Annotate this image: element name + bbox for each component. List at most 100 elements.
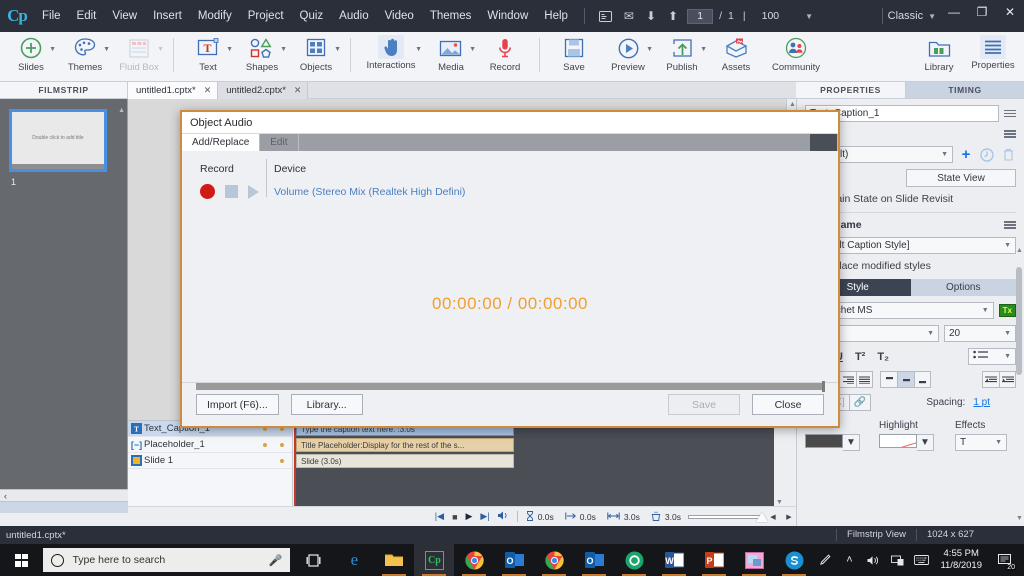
chrome-icon[interactable]	[454, 544, 494, 576]
scroll-up-icon[interactable]: ▲	[1016, 247, 1023, 254]
chevron-down-icon[interactable]: ▼	[415, 46, 422, 53]
timeline-first-button[interactable]: |◀	[431, 511, 448, 522]
task-view-icon[interactable]	[294, 544, 334, 576]
highlight-color-swatch[interactable]	[879, 434, 917, 448]
chevron-down-icon[interactable]: ▼	[646, 46, 653, 53]
outdent-icon[interactable]	[982, 371, 999, 388]
outlook-icon[interactable]: O	[494, 544, 534, 576]
timeline-stop-button[interactable]: ■	[448, 512, 461, 522]
chevron-down-icon[interactable]: ▼	[49, 46, 56, 53]
workspace-selector[interactable]: Classic ▼	[881, 8, 940, 24]
align-right-icon[interactable]	[839, 371, 856, 388]
timeline-zoom-slider[interactable]	[688, 511, 768, 522]
effects-dropdown[interactable]: T ▼	[955, 434, 1007, 451]
panel-header-timing[interactable]: TIMING	[906, 82, 1024, 99]
zoom-dropdown-caret-icon[interactable]: ▼	[783, 0, 819, 32]
style-menu-icon[interactable]	[1004, 221, 1016, 229]
import-button[interactable]: Import (F6)...	[196, 394, 279, 415]
scroll-up-icon[interactable]: ▲	[789, 101, 796, 108]
text-color-swatch[interactable]	[805, 434, 843, 448]
doc-tab-untitled2[interactable]: untitled2.cptx* ✕	[218, 82, 309, 99]
ribbon-interactions[interactable]: ▼ Interactions	[358, 32, 424, 82]
tab-options[interactable]: Options	[910, 279, 1016, 296]
color-dropdown-caret-icon[interactable]: ▼	[843, 434, 860, 451]
spacing-value[interactable]: 1 pt	[973, 397, 990, 408]
timeline-last-button[interactable]: ▶|	[476, 511, 493, 522]
menu-edit[interactable]: Edit	[69, 0, 105, 32]
ribbon-properties[interactable]: Properties	[966, 32, 1020, 82]
start-button[interactable]	[0, 544, 43, 576]
timeline-clip-placeholder[interactable]: Title Placeholder:Display for the rest o…	[296, 438, 514, 452]
filmstrip-slide-thumbnail[interactable]: Double click to add title	[9, 109, 107, 172]
ribbon-publish[interactable]: ▼ Publish	[655, 32, 709, 82]
edge-icon[interactable]: e	[334, 544, 374, 576]
subscript-button[interactable]: T₂	[877, 351, 889, 363]
play-triangle-icon[interactable]	[248, 184, 259, 199]
menu-help[interactable]: Help	[536, 0, 576, 32]
timeline-row-toggles[interactable]	[280, 458, 284, 463]
properties-scrollbar[interactable]: ▲ ▼	[1015, 247, 1023, 522]
chevron-down-icon[interactable]: ▼	[280, 46, 287, 53]
timeline-clip-slide[interactable]: Slide (3.0s)	[296, 454, 514, 468]
close-icon[interactable]: ✕	[294, 85, 302, 96]
chevron-down-icon[interactable]: ▼	[700, 46, 707, 53]
filmstrip-scroll-up-icon[interactable]: ▲	[118, 107, 125, 114]
font-size-dropdown[interactable]: 20 ▼	[944, 325, 1016, 342]
status-view-mode[interactable]: Filmstrip View	[836, 529, 916, 541]
ribbon-community[interactable]: Community	[763, 32, 829, 82]
timeline-scrollbar-vertical[interactable]: ▲ ▼	[774, 421, 784, 507]
outlook2-icon[interactable]: O	[574, 544, 614, 576]
zoom-level[interactable]: 100	[752, 10, 784, 22]
ribbon-record[interactable]: Record	[478, 32, 532, 82]
menu-quiz[interactable]: Quiz	[292, 0, 332, 32]
panel-header-filmstrip[interactable]: FILMSTRIP	[0, 82, 128, 99]
ribbon-fluid-box[interactable]: ▼ Fluid Box	[112, 32, 166, 82]
ribbon-save[interactable]: Save	[547, 32, 601, 82]
arrow-down-icon[interactable]: ⬇	[640, 0, 662, 32]
chevron-down-icon[interactable]: ▼	[334, 46, 341, 53]
powerpoint-icon[interactable]: P	[694, 544, 734, 576]
timeline-scroll-right-icon[interactable]: ▶	[782, 513, 796, 521]
valign-middle-icon[interactable]	[897, 371, 914, 388]
file-explorer-icon[interactable]	[374, 544, 414, 576]
delete-state-icon[interactable]	[1000, 147, 1016, 163]
ribbon-media[interactable]: ▼ Media	[424, 32, 478, 82]
state-view-button[interactable]: State View	[906, 169, 1016, 187]
menu-audio[interactable]: Audio	[331, 0, 376, 32]
keyboard-icon[interactable]	[910, 544, 932, 576]
minimize-button[interactable]: —	[940, 0, 968, 24]
panel-menu-icon[interactable]	[1004, 109, 1016, 118]
link-icon[interactable]: 🔗	[849, 394, 871, 411]
chrome2-icon[interactable]	[534, 544, 574, 576]
chevron-up-icon[interactable]: ˄	[838, 544, 860, 576]
close-button[interactable]: Close	[752, 394, 824, 415]
ribbon-objects[interactable]: ▼ Objects	[289, 32, 343, 82]
reset-state-icon[interactable]	[979, 147, 995, 163]
close-icon[interactable]: ✕	[204, 85, 212, 96]
menu-modify[interactable]: Modify	[190, 0, 240, 32]
device-value[interactable]: Volume (Stereo Mix (Realtek High Defini)	[274, 186, 465, 198]
maximize-button[interactable]: ❐	[968, 0, 996, 24]
captivate-icon[interactable]: Cp	[414, 544, 455, 576]
taskbar-clock[interactable]: 4:55 PM 11/8/2019	[934, 548, 988, 572]
timeline-play-button[interactable]: ▶	[462, 511, 477, 522]
volume-icon[interactable]	[862, 544, 884, 576]
superscript-button[interactable]: T²	[855, 351, 865, 363]
scroll-thumb[interactable]	[1016, 267, 1022, 375]
doc-tab-untitled1[interactable]: untitled1.cptx* ✕	[128, 82, 219, 99]
align-justify-icon[interactable]	[856, 371, 873, 388]
ribbon-library[interactable]: Library	[912, 32, 966, 82]
taskbar-search-box[interactable]: Type here to search 🎤	[43, 548, 291, 572]
firefox-icon[interactable]	[614, 544, 654, 576]
record-dot-icon[interactable]	[200, 184, 215, 199]
chevron-down-icon[interactable]: ▼	[469, 46, 476, 53]
audio-icon[interactable]	[494, 511, 513, 522]
object-audio-dialog[interactable]: Object Audio Add/Replace Edit Record Dev…	[180, 110, 840, 428]
scroll-down-icon[interactable]: ▼	[1016, 515, 1023, 522]
indent-icon[interactable]	[999, 371, 1016, 388]
ribbon-text[interactable]: T ▼ Text	[181, 32, 235, 82]
notification-center-button[interactable]: 20	[990, 544, 1020, 576]
chevron-down-icon[interactable]: ▼	[103, 46, 110, 53]
timeline-track-area[interactable]: Type the caption text here. :3.0s Title …	[294, 421, 784, 507]
slide-number-input[interactable]: 1	[687, 8, 714, 24]
